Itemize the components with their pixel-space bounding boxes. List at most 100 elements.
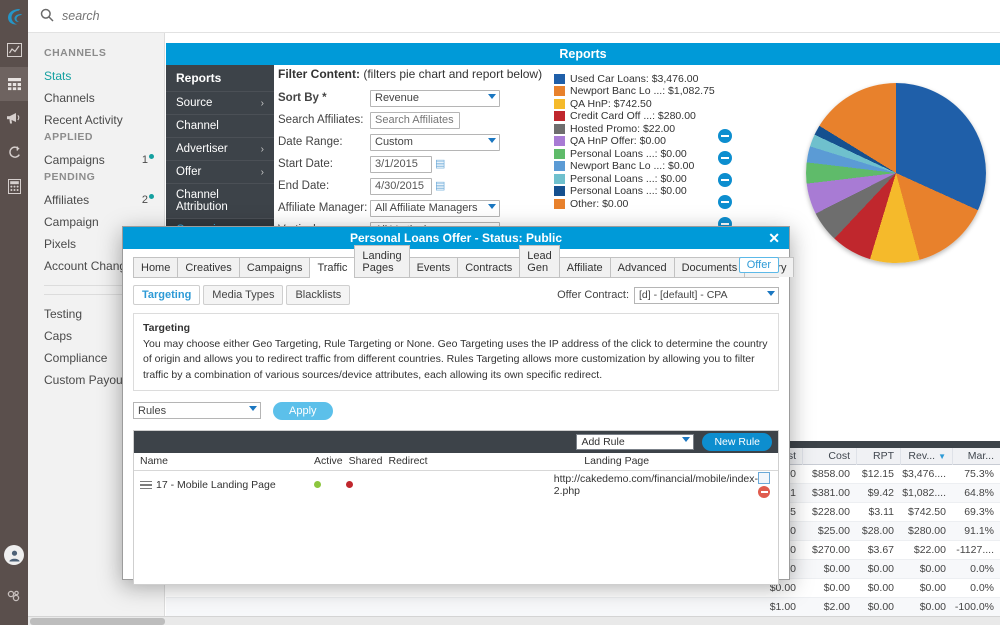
filter-control: ▤: [370, 177, 732, 209]
sidebar-item-stats[interactable]: Stats: [28, 65, 164, 87]
scrollbar-thumb[interactable]: [30, 618, 165, 625]
add-rule-control: Add Rule: [576, 433, 695, 450]
sidebar-item-label: Pixels: [44, 237, 77, 251]
sort-by-select[interactable]: Revenue: [370, 89, 500, 107]
top-search-bar: [28, 0, 1000, 33]
tab-traffic[interactable]: Traffic: [309, 257, 356, 278]
notification-dot-icon: [149, 194, 154, 199]
tab-advanced[interactable]: Advanced: [609, 257, 675, 277]
report-nav-item-source[interactable]: Source ›: [166, 91, 274, 114]
cake-logo-icon[interactable]: [0, 0, 28, 33]
rule-landing-page-cell: http://cakedemo.com/financial/mobile/ind…: [548, 471, 778, 498]
subtab-targeting[interactable]: Targeting: [133, 285, 201, 305]
rules-column-header[interactable]: Redirect: [382, 455, 578, 467]
legend-label: QA HnP: $742.50: [570, 97, 652, 110]
calendar-icon[interactable]: ▤: [435, 158, 445, 170]
legend-item: QA HnP: $742.50: [554, 97, 715, 110]
sidebar-item-recent-activity[interactable]: Recent Activity: [28, 109, 164, 131]
legend-label: Newport Banc Lo ...: $0.00: [570, 160, 695, 172]
filter-label: End Date:: [278, 180, 330, 192]
targeting-info-box: Targeting You may choose either Geo Targ…: [133, 313, 779, 391]
subtab-blacklists[interactable]: Blacklists: [286, 285, 351, 305]
horizontal-scrollbar[interactable]: [28, 616, 1000, 625]
tab-events[interactable]: Events: [408, 257, 459, 277]
tab-contracts[interactable]: Contracts: [457, 257, 521, 277]
table-cell: $0.00: [867, 563, 894, 575]
rule-name: 17 - Mobile Landing Page: [156, 478, 276, 491]
remove-filter-icon[interactable]: [718, 150, 732, 165]
date-range-select[interactable]: Custom: [370, 133, 500, 151]
rule-actions: [758, 471, 778, 498]
report-nav-item-channel-attribution[interactable]: Channel Attribution: [166, 183, 274, 218]
new-rule-button[interactable]: New Rule: [702, 432, 772, 451]
legend-label: Used Car Loans: $3,476.00: [570, 72, 699, 85]
rules-column-header[interactable]: Shared: [343, 455, 383, 467]
megaphone-icon[interactable]: [0, 101, 28, 135]
rules-table-row[interactable]: 17 - Mobile Landing Page http://cakedemo.…: [134, 471, 778, 499]
add-rule-select[interactable]: Add Rule: [576, 433, 695, 450]
rule-name-cell: 17 - Mobile Landing Page: [134, 479, 298, 492]
report-nav-header: Reports: [166, 65, 274, 91]
legend-item: Hosted Promo: $22.00: [554, 123, 715, 135]
remove-filter-icon[interactable]: [718, 172, 732, 187]
sidebar-item-label: Stats: [44, 69, 72, 83]
targeting-mode-select[interactable]: Rules: [133, 402, 261, 420]
tab-lead-gen[interactable]: Lead Gen: [519, 245, 560, 277]
tab-home[interactable]: Home: [133, 257, 179, 277]
dashboard-grid-icon[interactable]: [0, 67, 28, 101]
remove-filter-icon[interactable]: [718, 194, 732, 209]
chevron-right-icon: ›: [260, 143, 264, 155]
legend-swatch: [554, 73, 565, 84]
sidebar-item-channels[interactable]: Channels: [28, 87, 164, 109]
apply-button[interactable]: Apply: [273, 401, 333, 420]
search-affiliates-input[interactable]: [370, 111, 460, 129]
rules-column-header[interactable]: Active: [308, 455, 343, 467]
affiliate-manager-select[interactable]: All Affiliate Managers: [370, 199, 500, 217]
rules-column-header[interactable]: Name: [134, 455, 308, 467]
legend-item: Personal Loans ...: $0.00: [554, 185, 715, 197]
start-date-input[interactable]: [370, 155, 432, 173]
table-cell: $9.42: [867, 487, 894, 499]
calendar-icon[interactable]: ▤: [435, 180, 445, 192]
tab-documents[interactable]: Documents: [673, 257, 746, 277]
icon-rail: [0, 0, 28, 625]
filter-label: Search Affiliates:: [278, 114, 364, 126]
table-row[interactable]: $1.00 $2.00 $0.00 $0.00 -100.0%: [166, 598, 1000, 617]
legend-label: Personal Loans ...: $0.00: [570, 147, 687, 160]
subtab-media-types[interactable]: Media Types: [203, 285, 284, 305]
search-input[interactable]: [62, 9, 322, 23]
settings-gears-icon[interactable]: [0, 579, 28, 613]
tab-affiliate[interactable]: Affiliate: [558, 257, 611, 277]
table-column-header[interactable]: Rev... ▼: [900, 447, 952, 465]
close-icon[interactable]: ✕: [768, 230, 780, 246]
report-nav-item-advertiser[interactable]: Advertiser ›: [166, 137, 274, 160]
cake-swirl-icon[interactable]: [0, 135, 28, 169]
sidebar-item-campaigns[interactable]: Campaigns 1: [28, 149, 164, 171]
modal-tabs: Home Creatives Campaigns Traffic Landing Pag…: [133, 245, 795, 278]
analytics-icon[interactable]: [0, 33, 28, 67]
rules-column-header[interactable]: Landing Page: [578, 455, 778, 467]
tab-landing-pages[interactable]: Landing Pages: [354, 245, 410, 277]
offer-contract-select[interactable]: [d] - [default] - CPA: [634, 286, 779, 304]
tab-campaigns[interactable]: Campaigns: [238, 257, 311, 277]
calculator-icon[interactable]: [0, 169, 28, 203]
offer-badge[interactable]: Offer: [738, 257, 779, 273]
delete-icon[interactable]: [758, 485, 771, 498]
sidebar-item-affiliates[interactable]: Affiliates 2: [28, 189, 164, 211]
sidebar-item-label: Channels: [44, 91, 95, 105]
table-column-header[interactable]: Cost: [802, 447, 856, 465]
drag-handle-icon[interactable]: [140, 479, 152, 492]
table-column-header[interactable]: Mar...: [952, 447, 1000, 465]
edit-icon[interactable]: [758, 471, 771, 484]
tab-creatives[interactable]: Creatives: [177, 257, 240, 277]
table-column-header[interactable]: RPT: [856, 447, 900, 465]
remove-filter-icon[interactable]: [718, 128, 732, 143]
legend-swatch: [554, 111, 565, 121]
end-date-input[interactable]: [370, 177, 432, 195]
rule-active-cell: [298, 481, 330, 489]
legend-item: Used Car Loans: $3,476.00: [554, 72, 715, 85]
user-avatar-icon[interactable]: [4, 545, 24, 565]
filter-control: ▤: [370, 155, 732, 187]
report-nav-item-channel[interactable]: Channel: [166, 114, 274, 137]
report-nav-item-offer[interactable]: Offer ›: [166, 160, 274, 183]
